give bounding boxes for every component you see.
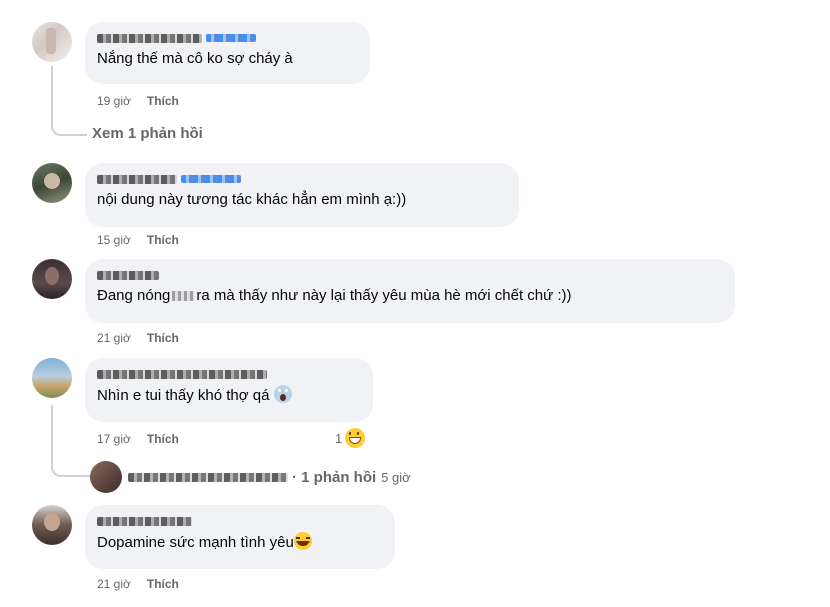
comment-text-part: Nhìn e tui thấy khó thợ qá — [97, 387, 270, 404]
comment-time[interactable]: 21 giờ — [97, 331, 131, 345]
comment-bubble: Đang nóng ra mà thấy như này lại thấy yêu… — [85, 259, 735, 323]
thread-line — [51, 455, 91, 477]
like-button[interactable]: Thích — [147, 94, 179, 108]
avatar[interactable] — [32, 163, 72, 203]
laughing-emoji — [293, 532, 312, 550]
comment-time[interactable]: 17 giờ — [97, 432, 131, 446]
comment-meta: 19 giờ Thích — [97, 94, 179, 108]
face-screaming-emoji — [273, 385, 292, 403]
comment-text-part: ra mà thấy như này lại thấy yêu mùa hè m… — [196, 287, 572, 304]
comment-bubble: Dopamine sức mạnh tình yêu — [85, 505, 395, 569]
avatar[interactable] — [32, 22, 72, 62]
like-button[interactable]: Thích — [147, 432, 179, 446]
comment-text-part: Đang nóng — [97, 287, 171, 304]
thread-line — [51, 66, 87, 136]
comment-text-part: Dopamine sức mạnh tình yêu — [97, 534, 294, 551]
reply-time: 5 giờ — [381, 469, 411, 485]
comment-bubble: nội dung này tương tác khác hẳn em mình … — [85, 163, 519, 227]
comment-bubble: Nắng thế mà cô ko sợ cháy à — [85, 22, 370, 84]
reply-count: · 1 phản hồi — [292, 468, 377, 486]
comment-meta: 21 giờ Thích — [97, 577, 179, 591]
commenter-name[interactable] — [97, 171, 507, 187]
comment-bubble: Nhìn e tui thấy khó thợ qá — [85, 358, 373, 422]
comment-time[interactable]: 19 giờ — [97, 94, 131, 108]
avatar[interactable] — [90, 461, 122, 493]
comment-meta: 21 giờ Thích — [97, 331, 179, 345]
comment-time[interactable]: 15 giờ — [97, 233, 131, 247]
commenter-name[interactable] — [97, 267, 723, 283]
redacted-word — [172, 291, 195, 301]
reply-preview[interactable]: · 1 phản hồi 5 giờ — [90, 461, 411, 493]
comment-text: Đang nóng ra mà thấy như này lại thấy yêu… — [97, 286, 723, 306]
view-replies-link[interactable]: Xem 1 phản hồi — [92, 125, 203, 142]
comment-meta: 17 giờ Thích — [97, 432, 179, 446]
comment-text: Nhìn e tui thấy khó thợ qá — [97, 385, 361, 406]
commenter-name[interactable] — [97, 30, 358, 46]
avatar[interactable] — [32, 505, 72, 545]
like-button[interactable]: Thích — [147, 577, 179, 591]
comment-text: Nắng thế mà cô ko sợ cháy à — [97, 50, 293, 67]
like-button[interactable]: Thích — [147, 331, 179, 345]
reaction-summary[interactable]: 1 — [335, 428, 366, 448]
reaction-count: 1 — [335, 430, 343, 446]
like-button[interactable]: Thích — [147, 233, 179, 247]
comment-text: nội dung này tương tác khác hẳn em mình … — [97, 191, 407, 208]
avatar[interactable] — [32, 259, 72, 299]
comment-time[interactable]: 21 giờ — [97, 577, 131, 591]
comment-text: Dopamine sức mạnh tình yêu — [97, 532, 383, 553]
replier-name[interactable] — [128, 472, 288, 482]
comment-meta: 15 giờ Thích — [97, 233, 179, 247]
commenter-name[interactable] — [97, 366, 361, 382]
avatar[interactable] — [32, 358, 72, 398]
commenter-name[interactable] — [97, 513, 383, 529]
grinning-emoji — [345, 428, 366, 448]
